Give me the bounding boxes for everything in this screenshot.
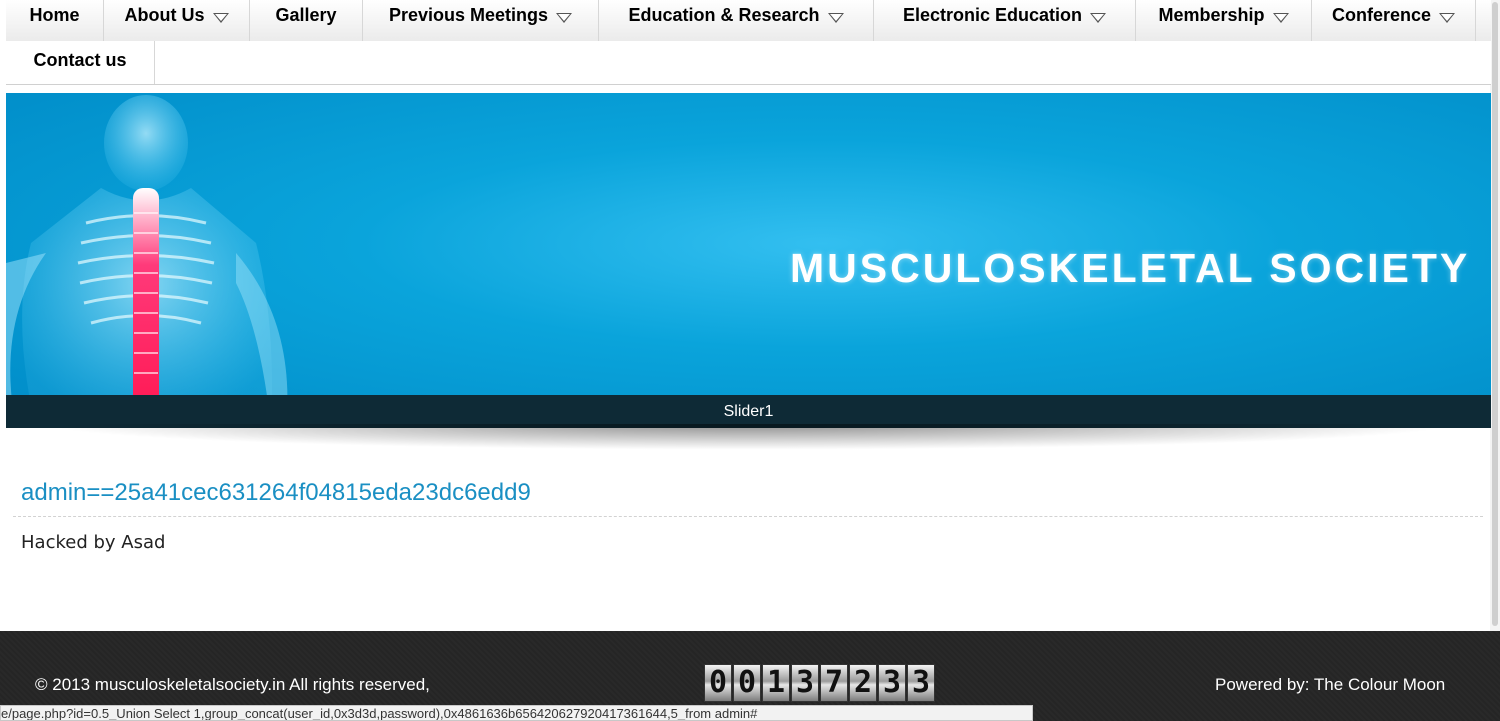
nav-label: About Us (124, 5, 205, 25)
vertical-scrollbar[interactable] (1490, 0, 1500, 721)
nav-label: Electronic Education (902, 5, 1083, 25)
nav-item-gallery[interactable]: Gallery (250, 0, 363, 41)
counter-digit: 0 (733, 664, 761, 702)
nav-item-home[interactable]: Home (6, 0, 104, 41)
page-heading-link[interactable]: admin==25a41cec631264f04815eda23dc6edd9 (21, 479, 531, 507)
counter-digit: 3 (791, 664, 819, 702)
powered-by-label: Powered by: (1215, 675, 1310, 694)
counter-digit: 3 (878, 664, 906, 702)
nav-label: Conference (1331, 5, 1432, 25)
main-navigation: Home About Us Gallery Previous Meetings … (6, 0, 1491, 85)
scrollbar-thumb[interactable] (1492, 2, 1498, 626)
content-divider (13, 516, 1483, 517)
counter-digit: 3 (907, 664, 935, 702)
nav-item-contact-us[interactable]: Contact us (6, 41, 155, 84)
nav-label: Gallery (275, 5, 337, 25)
chevron-down-icon (1090, 12, 1107, 23)
browser-status-url: e/page.php?id=0.5_Union Select 1,group_c… (0, 705, 1033, 721)
nav-item-conference[interactable]: Conference (1312, 0, 1476, 41)
page-body-text: Hacked by Asad (21, 532, 166, 553)
nav-label: Education & Research (628, 5, 820, 25)
counter-digit: 7 (820, 664, 848, 702)
nav-row-secondary: Contact us (6, 41, 1491, 85)
chevron-down-icon (1272, 12, 1289, 23)
copyright-text: © 2013 musculoskeletalsociety.in All rig… (35, 675, 430, 694)
nav-label: Home (29, 5, 80, 25)
nav-label: Previous Meetings (388, 5, 549, 25)
banner-title: MUSCULOSKELETAL SOCIETY (790, 245, 1471, 291)
nav-item-electronic-education[interactable]: Electronic Education (874, 0, 1136, 41)
nav-item-membership[interactable]: Membership (1136, 0, 1312, 41)
nav-item-about-us[interactable]: About Us (104, 0, 250, 41)
nav-item-education-research[interactable]: Education & Research (599, 0, 874, 41)
chevron-down-icon (556, 12, 573, 23)
counter-digit: 2 (849, 664, 877, 702)
chevron-down-icon (1439, 12, 1456, 23)
nav-item-previous-meetings[interactable]: Previous Meetings (363, 0, 599, 41)
powered-by-link[interactable]: The Colour Moon (1314, 675, 1445, 694)
counter-digit: 1 (762, 664, 790, 702)
banner-shadow (40, 424, 1460, 450)
nav-label: Membership (1158, 5, 1265, 25)
counter-digit: 0 (704, 664, 732, 702)
visitor-counter: 00137233 (704, 664, 936, 702)
nav-label: Contact us (33, 50, 127, 70)
chevron-down-icon (212, 12, 229, 23)
powered-by: Powered by: The Colour Moon (1215, 675, 1445, 695)
nav-row-primary: Home About Us Gallery Previous Meetings … (6, 0, 1491, 41)
skeleton-figure-image (6, 95, 288, 428)
hero-slider[interactable]: MUSCULOSKELETAL SOCIETY Slider1 (6, 93, 1491, 428)
chevron-down-icon (827, 12, 844, 23)
